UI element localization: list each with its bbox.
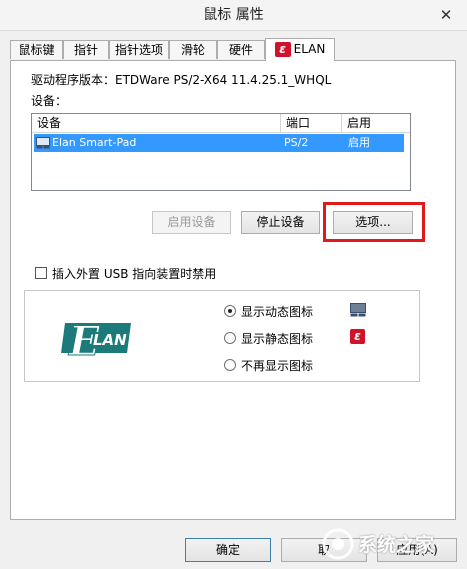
elan-icon: ɛ (274, 42, 291, 57)
enable-device-button[interactable]: 启用设备 (152, 211, 231, 234)
radio-show-static-icon[interactable] (224, 332, 236, 344)
usb-disable-checkbox[interactable] (35, 267, 47, 279)
ok-button[interactable]: 确定 (185, 538, 271, 562)
tab-wheel[interactable]: 滑轮 (169, 40, 217, 59)
stop-device-button[interactable]: 停止设备 (241, 211, 320, 234)
driver-version-label: 驱动程序版本：ETDWare PS/2-X64 11.4.25.1_WHQL (31, 73, 332, 87)
device-list[interactable]: 设备 端口 启用 Elan Smart-Pad PS/2 启用 (31, 113, 411, 191)
column-header-device[interactable]: 设备 (32, 114, 281, 132)
label-show-static-icon: 显示静态图标 (241, 332, 314, 346)
devices-label: 设备： (31, 94, 68, 108)
elan-logo: E LAN (59, 315, 135, 366)
column-header-enabled[interactable]: 启用 (342, 114, 410, 132)
tab-pointer-options[interactable]: 指针选项 (109, 40, 169, 59)
watermark-text: 系统之家 (358, 534, 435, 556)
tray-icon-group: E LAN 显示动态图标 显示静态图标 ɛ 不再显示图标 (24, 290, 420, 382)
radio-show-animated-icon[interactable] (224, 305, 236, 317)
elan-tab-panel: 驱动程序版本：ETDWare PS/2-X64 11.4.25.1_WHQL 设… (10, 60, 456, 520)
tab-hardware[interactable]: 硬件 (217, 40, 265, 59)
highlight-box (323, 202, 425, 242)
radio-hide-icon[interactable] (224, 359, 236, 371)
device-row[interactable]: Elan Smart-Pad PS/2 启用 (34, 134, 404, 152)
device-list-header: 设备 端口 启用 (32, 114, 410, 133)
tab-pointers[interactable]: 指针 (63, 40, 109, 59)
tab-elan[interactable]: ɛ ELAN (265, 38, 335, 61)
usb-disable-label: 插入外置 USB 指向装置时禁用 (52, 267, 217, 281)
device-name: Elan Smart-Pad (52, 136, 137, 149)
device-port: PS/2 (284, 136, 309, 149)
close-icon: ✕ (439, 6, 453, 24)
tab-mouse-buttons[interactable]: 鼠标键 (10, 40, 63, 59)
title-bar: 鼠标 属性 ✕ (0, 0, 467, 31)
touchpad-icon (36, 137, 50, 149)
driver-version-value: ETDWare PS/2-X64 11.4.25.1_WHQL (115, 73, 332, 87)
label-hide-icon: 不再显示图标 (241, 359, 314, 373)
close-button[interactable]: ✕ (435, 4, 457, 26)
elan-logo-icon: E LAN (61, 318, 131, 366)
elan-logo-text: LAN (93, 331, 127, 349)
column-header-port[interactable]: 端口 (281, 114, 342, 132)
elan-icon: ɛ (350, 329, 365, 344)
touchpad-icon (350, 303, 366, 317)
label-show-animated-icon: 显示动态图标 (241, 305, 314, 319)
window-title: 鼠标 属性 (203, 7, 264, 23)
watermark: 系统之家 (318, 518, 464, 566)
device-enabled: 启用 (348, 136, 370, 149)
